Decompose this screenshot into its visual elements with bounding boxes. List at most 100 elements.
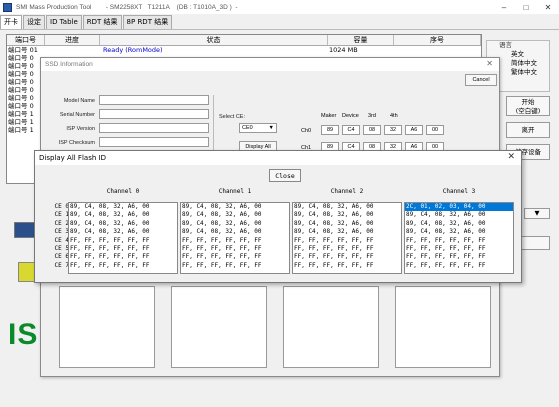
list-item[interactable]: FF, FF, FF, FF, FF, FF [181, 262, 289, 270]
ce-label: CE 4 [54, 236, 69, 244]
exit-button[interactable]: 离开 [506, 122, 550, 138]
channel-0-title: Channel 0 [106, 188, 140, 195]
serial-number-field[interactable] [99, 109, 209, 119]
list-item[interactable]: FF, FF, FF, FF, FF, FF [405, 262, 513, 270]
list-item[interactable]: 89, C4, 08, 32, A6, 00 [69, 228, 177, 236]
isp-version-label: ISP Version [66, 126, 95, 132]
cancel-button[interactable]: Cancel [465, 74, 497, 86]
fourth-header: 4th [390, 113, 398, 119]
list-item[interactable]: 89, C4, 08, 32, A6, 00 [293, 220, 401, 228]
channel-1-title: Channel 1 [218, 188, 252, 195]
list-item[interactable]: FF, FF, FF, FF, FF, FF [69, 245, 177, 253]
table-row[interactable]: 端口号 01 Ready (RomMode) 1024 MB [7, 46, 481, 54]
ssd-dialog-titlebar: SSD Information ✕ [41, 58, 499, 71]
ssd-list-box[interactable] [171, 286, 267, 368]
ch0-id-cell: C4 [342, 125, 360, 135]
model-name-field[interactable] [99, 95, 209, 105]
list-item[interactable]: FF, FF, FF, FF, FF, FF [405, 245, 513, 253]
list-item[interactable]: FF, FF, FF, FF, FF, FF [181, 245, 289, 253]
ssd-list-box[interactable] [59, 286, 155, 368]
ce-label: CE 3 [54, 228, 69, 236]
serial-number-label: Serial Number [59, 112, 95, 118]
col-serial[interactable]: 序号 [394, 35, 481, 45]
flash-dialog-titlebar: Display All Flash ID ✕ [35, 151, 521, 165]
list-item[interactable]: FF, FF, FF, FF, FF, FF [69, 262, 177, 270]
isp-checksum-label: ISP Checksum [58, 140, 95, 146]
list-item[interactable]: FF, FF, FF, FF, FF, FF [181, 237, 289, 245]
channel-3-list[interactable]: 2C, 01, 02, 03, 04, 00 89, C4, 08, 32, A… [404, 202, 514, 274]
list-item[interactable]: 89, C4, 08, 32, A6, 00 [69, 211, 177, 219]
minimize-icon[interactable]: – [493, 0, 515, 14]
channel-0-list[interactable]: 89, C4, 08, 32, A6, 00 89, C4, 08, 32, A… [68, 202, 178, 274]
third-header: 3rd [368, 113, 376, 119]
tab-8p-rdt-result[interactable]: 8P RDT 结果 [122, 15, 173, 29]
close-button[interactable]: Close [269, 169, 301, 182]
select-ce-dropdown[interactable]: CE0 ▼ [239, 123, 277, 133]
list-item-selected[interactable]: 2C, 01, 02, 03, 04, 00 [405, 203, 513, 212]
ssd-list-box[interactable] [395, 286, 491, 368]
ch0-id-cell: 00 [426, 125, 444, 135]
window-title: SMI Mass Production Tool - SM2258XT T121… [16, 3, 238, 11]
list-item[interactable]: 89, C4, 08, 32, A6, 00 [69, 203, 177, 211]
select-ce-label: Select CE: [219, 114, 245, 120]
list-item[interactable]: FF, FF, FF, FF, FF, FF [69, 237, 177, 245]
capacity-cell: 1024 MB [329, 46, 358, 54]
list-item[interactable]: FF, FF, FF, FF, FF, FF [69, 253, 177, 261]
tab-settings[interactable]: 设定 [23, 15, 45, 29]
list-item[interactable]: FF, FF, FF, FF, FF, FF [293, 245, 401, 253]
tab-id-table[interactable]: ID Table [46, 15, 82, 29]
channel-1-list[interactable]: 89, C4, 08, 32, A6, 00 89, C4, 08, 32, A… [180, 202, 290, 274]
ce-label: CE 0 [54, 203, 69, 210]
ce-label: CE 2 [54, 219, 69, 227]
list-item[interactable]: 89, C4, 08, 32, A6, 00 [181, 220, 289, 228]
ssd-list-box[interactable] [283, 286, 379, 368]
list-item[interactable]: 89, C4, 08, 32, A6, 00 [293, 228, 401, 236]
close-icon[interactable]: ✕ [486, 59, 493, 68]
dropdown-select[interactable]: ▼ [524, 208, 550, 219]
isp-version-field[interactable] [99, 123, 209, 133]
display-all-flash-id-dialog: Display All Flash ID ✕ Close Channel 0 C… [34, 150, 522, 283]
ch0-label: Ch0 [301, 128, 312, 134]
list-item[interactable]: FF, FF, FF, FF, FF, FF [181, 253, 289, 261]
maximize-icon[interactable]: □ [515, 0, 537, 14]
ch0-id-cell: A6 [405, 125, 423, 135]
ch0-id-cell: 89 [321, 125, 339, 135]
col-capacity[interactable]: 容量 [328, 35, 394, 45]
col-progress[interactable]: 进度 [45, 35, 100, 45]
list-item[interactable]: 89, C4, 08, 32, A6, 00 [181, 228, 289, 236]
ce-label: CE 1 [54, 211, 69, 219]
ce-label: CE 6 [54, 253, 69, 261]
list-item[interactable]: 89, C4, 08, 32, A6, 00 [181, 203, 289, 211]
list-item[interactable]: FF, FF, FF, FF, FF, FF [293, 262, 401, 270]
list-item[interactable]: FF, FF, FF, FF, FF, FF [293, 237, 401, 245]
list-item[interactable]: 89, C4, 08, 32, A6, 00 [181, 211, 289, 219]
list-item[interactable]: FF, FF, FF, FF, FF, FF [405, 253, 513, 261]
list-item[interactable]: 89, C4, 08, 32, A6, 00 [293, 203, 401, 211]
isp-checksum-field[interactable] [99, 137, 209, 147]
device-thumbnail [14, 222, 36, 238]
channel-3-title: Channel 3 [442, 188, 476, 195]
col-status[interactable]: 状态 [100, 35, 328, 45]
list-item[interactable]: 89, C4, 08, 32, A6, 00 [405, 228, 513, 236]
list-item[interactable]: 89, C4, 08, 32, A6, 00 [405, 220, 513, 228]
main-tab-bar: 开卡 设定 ID Table RDT 结果 8P RDT 结果 [0, 14, 559, 30]
start-button[interactable]: 开始 (空白键) [506, 96, 550, 116]
app-icon [3, 2, 12, 12]
port-cell: 端口号 01 [8, 46, 38, 54]
channel-2-list[interactable]: 89, C4, 08, 32, A6, 00 89, C4, 08, 32, A… [292, 202, 402, 274]
col-port[interactable]: 端口号 [7, 35, 45, 45]
port-table-header: 端口号 进度 状态 容量 序号 [7, 35, 481, 46]
list-item[interactable]: 89, C4, 08, 32, A6, 00 [405, 211, 513, 219]
list-item[interactable]: FF, FF, FF, FF, FF, FF [293, 253, 401, 261]
ce-label: CE 5 [54, 244, 69, 252]
list-item[interactable]: FF, FF, FF, FF, FF, FF [405, 237, 513, 245]
close-icon[interactable]: ✕ [537, 0, 559, 14]
close-icon[interactable]: ✕ [507, 152, 515, 162]
divider [213, 95, 214, 150]
tab-open-card[interactable]: 开卡 [0, 15, 22, 29]
list-item[interactable]: 89, C4, 08, 32, A6, 00 [293, 211, 401, 219]
list-item[interactable]: 89, C4, 08, 32, A6, 00 [69, 220, 177, 228]
flash-dialog-title: Display All Flash ID [39, 154, 106, 162]
tab-rdt-result[interactable]: RDT 结果 [82, 15, 122, 29]
brand-text: IS [8, 318, 39, 351]
